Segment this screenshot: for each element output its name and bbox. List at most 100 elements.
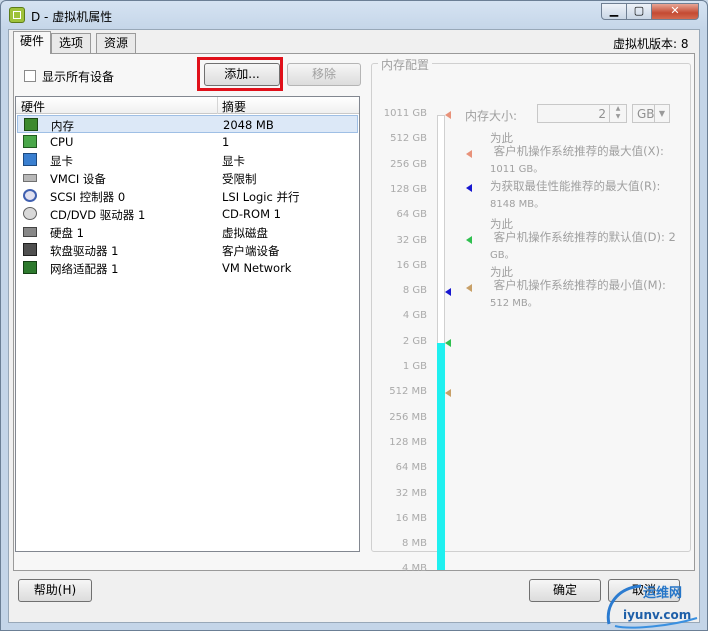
highlight-annotation-box bbox=[197, 57, 283, 91]
recommendation-value: GB。 bbox=[490, 250, 515, 261]
hardware-tab-panel: 显示所有设备 添加... 移除 硬件 摘要 内存 2048 MB CPU 1 显卡 显卡 V… bbox=[13, 53, 695, 575]
column-header-summary[interactable]: 摘要 bbox=[222, 98, 246, 115]
memory-scale-tick: 1011 GB bbox=[383, 108, 427, 119]
hardware-name: 网络适配器 1 bbox=[50, 262, 119, 276]
show-all-devices-checkbox[interactable] bbox=[24, 70, 36, 82]
remove-button[interactable]: 移除 bbox=[287, 63, 361, 86]
harddisk-icon bbox=[23, 227, 37, 237]
recommendation-text: 为此 客户机操作系统推荐的默认值(D): 2 bbox=[490, 217, 676, 244]
hardware-name: 硬盘 1 bbox=[50, 226, 84, 240]
hardware-summary: 显卡 bbox=[222, 154, 245, 168]
help-button[interactable]: 帮助(H) bbox=[18, 579, 92, 602]
memory-size-label: 内存大小: bbox=[465, 109, 518, 123]
hardware-row[interactable]: 硬盘 1 虚拟磁盘 bbox=[17, 223, 358, 241]
memory-unit-select[interactable]: GB ▼ bbox=[632, 104, 670, 123]
hardware-list[interactable]: 硬件 摘要 内存 2048 MB CPU 1 显卡 显卡 VMCI 设备 受限制 SCSI 控制… bbox=[15, 96, 360, 552]
scsi-icon bbox=[23, 189, 37, 202]
hardware-summary: 1 bbox=[222, 135, 230, 149]
hardware-summary: 受限制 bbox=[222, 172, 257, 186]
hardware-row[interactable]: CD/DVD 驱动器 1 CD-ROM 1 bbox=[17, 205, 358, 223]
memory-scale-tick: 64 MB bbox=[395, 462, 427, 474]
recommendation-value: 8148 MB。 bbox=[490, 199, 545, 210]
recommendation-text: 为此 客户机操作系统推荐的最大值(X): bbox=[490, 131, 664, 158]
recommendation-marker-icon bbox=[466, 236, 472, 244]
hardware-name: 软盘驱动器 1 bbox=[50, 244, 119, 258]
memory-icon bbox=[24, 118, 38, 131]
memory-scale-tick: 16 MB bbox=[395, 512, 427, 524]
hardware-list-header: 硬件 摘要 bbox=[16, 97, 359, 114]
recommendation-value: 1011 GB。 bbox=[490, 164, 544, 175]
memory-marker[interactable] bbox=[445, 111, 451, 119]
chevron-down-icon[interactable]: ▼ bbox=[654, 105, 669, 122]
memory-size-value: 2 bbox=[598, 107, 606, 121]
hardware-row[interactable]: 网络适配器 1 VM Network bbox=[17, 259, 358, 277]
memory-marker[interactable] bbox=[445, 389, 451, 398]
network-icon bbox=[23, 261, 37, 274]
memory-marker[interactable] bbox=[445, 288, 451, 297]
hardware-name: VMCI 设备 bbox=[50, 172, 106, 186]
watermark-text-1: 运维网 bbox=[643, 586, 683, 601]
hardware-row[interactable]: 内存 2048 MB bbox=[17, 115, 358, 133]
memory-scale-tick: 256 MB bbox=[389, 411, 427, 423]
memory-scale-tick: 8 MB bbox=[401, 538, 427, 550]
memory-scale-tick: 16 GB bbox=[396, 259, 427, 271]
display-icon bbox=[23, 153, 37, 166]
recommendation-text: 为获取最佳性能推荐的最大值(R): bbox=[490, 179, 661, 193]
recommendation-marker-icon bbox=[466, 150, 472, 158]
column-separator[interactable] bbox=[217, 97, 218, 114]
hardware-row[interactable]: 软盘驱动器 1 客户端设备 bbox=[17, 241, 358, 259]
memory-scale-tick: 4 GB bbox=[402, 310, 427, 322]
show-all-devices-label[interactable]: 显示所有设备 bbox=[42, 68, 114, 85]
hardware-name: SCSI 控制器 0 bbox=[50, 190, 126, 204]
tab-hardware[interactable]: 硬件 bbox=[13, 31, 51, 54]
vmci-icon bbox=[23, 174, 37, 182]
close-button[interactable]: ✕ bbox=[651, 3, 699, 20]
hardware-name: 内存 bbox=[51, 119, 74, 133]
minimize-button[interactable]: ▁ bbox=[601, 3, 627, 20]
hardware-row[interactable]: 显卡 显卡 bbox=[17, 151, 358, 169]
memory-scale-tick: 512 MB bbox=[389, 386, 427, 398]
cpu-icon bbox=[23, 135, 37, 148]
memory-scale-tick: 2 GB bbox=[402, 335, 427, 347]
tab-options[interactable]: 选项 bbox=[51, 33, 91, 53]
hardware-summary: CD-ROM 1 bbox=[222, 207, 281, 221]
memory-slider-fill bbox=[437, 342, 445, 570]
memory-scale-tick: 32 GB bbox=[396, 234, 427, 246]
recommendation-value: 512 MB。 bbox=[490, 298, 538, 309]
memory-scale-tick: 8 GB bbox=[402, 285, 427, 297]
memory-scale-tick: 4 MB bbox=[401, 563, 427, 575]
hardware-name: CPU bbox=[50, 135, 74, 149]
title-bar[interactable]: D - 虚拟机属性 ▁ ▢ ✕ bbox=[1, 1, 707, 29]
hardware-summary: LSI Logic 并行 bbox=[222, 190, 300, 204]
recommendation-marker-icon bbox=[466, 284, 472, 292]
memory-scale-tick: 1 GB bbox=[402, 361, 427, 372]
ok-button[interactable]: 确定 bbox=[529, 579, 601, 602]
hardware-name: 显卡 bbox=[50, 154, 73, 168]
maximize-button[interactable]: ▢ bbox=[626, 3, 652, 20]
memory-size-input[interactable]: 2 ▲ ▼ bbox=[537, 104, 627, 123]
vm-version-label: 虚拟机版本: 8 bbox=[613, 37, 689, 51]
properties-window: D - 虚拟机属性 ▁ ▢ ✕ 硬件 选项 资源 虚拟机版本: 8 显示所有设备… bbox=[0, 0, 708, 631]
memory-unit-value: GB bbox=[637, 107, 655, 121]
dialog-client: 硬件 选项 资源 虚拟机版本: 8 显示所有设备 添加... 移除 硬件 摘要 … bbox=[8, 29, 700, 623]
memory-scale-tick: 64 GB bbox=[396, 209, 427, 221]
memory-marker[interactable] bbox=[445, 338, 451, 347]
memory-size-spinner-icon[interactable]: ▲ ▼ bbox=[609, 105, 626, 122]
hardware-name: CD/DVD 驱动器 1 bbox=[50, 208, 146, 222]
recommendation-marker-icon bbox=[466, 184, 472, 192]
memory-scale-tick: 128 MB bbox=[389, 436, 427, 448]
floppy-icon bbox=[23, 243, 37, 256]
window-title: D - 虚拟机属性 bbox=[31, 10, 113, 24]
hardware-summary: 2048 MB bbox=[223, 118, 274, 132]
hardware-summary: VM Network bbox=[222, 261, 292, 275]
hardware-row[interactable]: CPU 1 bbox=[17, 133, 358, 151]
recommendation-text: 为此 客户机操作系统推荐的最小值(M): bbox=[490, 265, 666, 292]
memory-scale-tick: 512 GB bbox=[390, 133, 427, 145]
column-header-hardware[interactable]: 硬件 bbox=[21, 98, 45, 115]
memory-scale-tick: 32 MB bbox=[395, 487, 427, 499]
hardware-row[interactable]: SCSI 控制器 0 LSI Logic 并行 bbox=[17, 187, 358, 205]
vm-app-icon bbox=[9, 7, 25, 23]
hardware-row[interactable]: VMCI 设备 受限制 bbox=[17, 169, 358, 187]
hardware-summary: 虚拟磁盘 bbox=[222, 226, 268, 240]
tab-resources[interactable]: 资源 bbox=[96, 33, 136, 53]
